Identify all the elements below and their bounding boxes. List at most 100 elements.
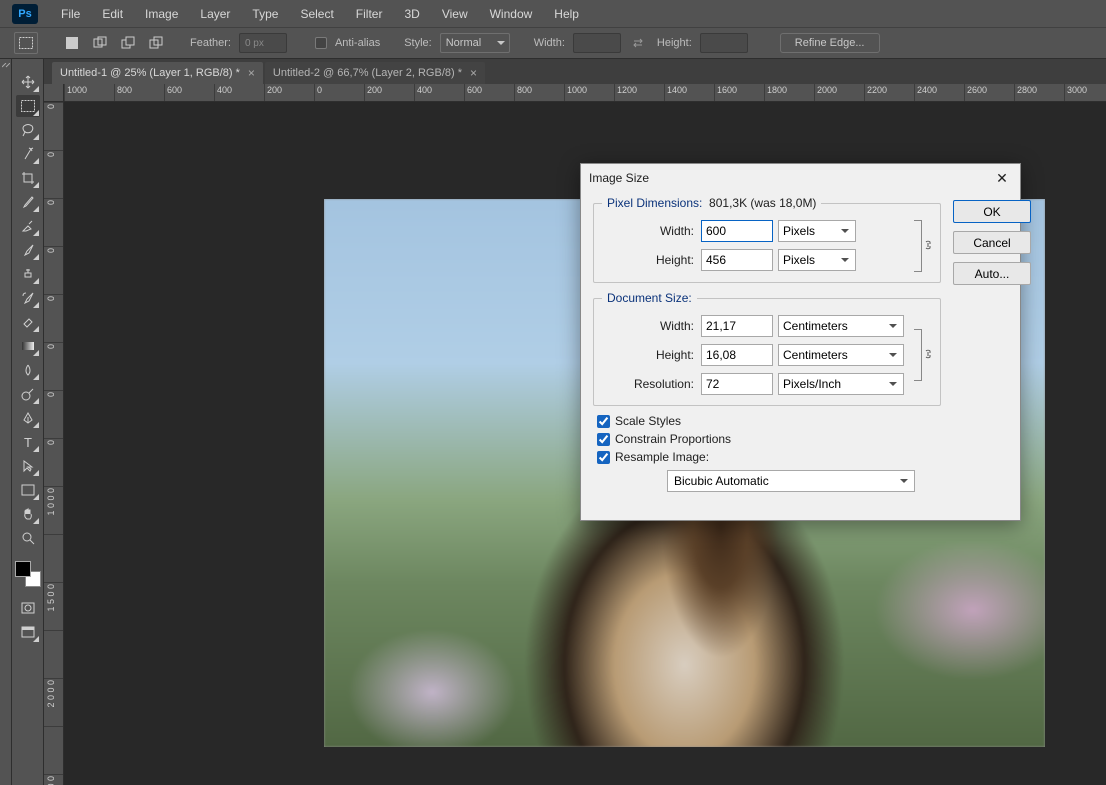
brush-tool-icon[interactable] [16,239,40,261]
doc-height-input[interactable] [701,344,773,366]
resample-method-dropdown[interactable]: Bicubic Automatic [667,470,915,492]
auto-button[interactable]: Auto... [953,262,1031,285]
resample-image-label: Resample Image: [615,450,709,464]
menu-edit[interactable]: Edit [91,1,134,27]
constrain-proportions-checkbox[interactable] [597,433,610,446]
width-input[interactable] [573,33,621,53]
menu-help[interactable]: Help [543,1,590,27]
style-dropdown[interactable]: Normal [440,33,510,53]
close-icon[interactable]: × [470,66,477,80]
magic-wand-tool-icon[interactable] [16,143,40,165]
height-input[interactable] [700,33,748,53]
marquee-tool-icon[interactable] [16,95,40,117]
doc-height-unit-dropdown[interactable]: Centimeters [778,344,904,366]
resolution-input[interactable] [701,373,773,395]
lasso-tool-icon[interactable] [16,119,40,141]
gradient-tool-icon[interactable] [16,335,40,357]
style-label: Style: [404,37,432,49]
path-selection-tool-icon[interactable] [16,455,40,477]
swap-dimensions-icon[interactable] [629,33,649,53]
horizontal-ruler: 1000800600400200020040060080010001200140… [64,84,1106,102]
doc-tab-1[interactable]: Untitled-1 @ 25% (Layer 1, RGB/8) * × [52,62,263,84]
pixel-dimensions-label: Pixel Dimensions: [607,196,702,210]
svg-text:T: T [24,435,32,449]
feather-label: Feather: [190,37,231,49]
menu-bar: Ps File Edit Image Layer Type Select Fil… [0,0,1106,27]
crop-tool-icon[interactable] [16,167,40,189]
menu-filter[interactable]: Filter [345,1,394,27]
resolution-unit-dropdown[interactable]: Pixels/Inch [778,373,904,395]
antialias-checkbox[interactable] [315,37,327,49]
menu-type[interactable]: Type [241,1,289,27]
scale-styles-checkbox[interactable] [597,415,610,428]
new-selection-icon[interactable] [62,33,82,53]
doc-tab-label: Untitled-1 @ 25% (Layer 1, RGB/8) * [60,67,240,79]
menu-view[interactable]: View [431,1,479,27]
healing-brush-tool-icon[interactable] [16,215,40,237]
dialog-title: Image Size [589,171,649,185]
refine-edge-button[interactable]: Refine Edge... [780,33,880,53]
px-width-unit-dropdown[interactable]: Pixels [778,220,856,242]
link-icon[interactable] [921,238,935,252]
constrain-proportions-label: Constrain Proportions [615,432,731,446]
quick-mask-icon[interactable] [16,597,40,619]
doc-width-input[interactable] [701,315,773,337]
px-height-unit-dropdown[interactable]: Pixels [778,249,856,271]
hand-tool-icon[interactable] [16,503,40,525]
cancel-button[interactable]: Cancel [953,231,1031,254]
document-size-label: Document Size: [602,291,697,305]
close-icon[interactable]: × [248,66,255,80]
px-width-input[interactable] [701,220,773,242]
history-brush-tool-icon[interactable] [16,287,40,309]
doc-width-label: Width: [602,319,694,333]
add-to-selection-icon[interactable] [90,33,110,53]
vertical-ruler: 000000001 0 0 01 5 0 02 0 0 02 5 0 0 [44,102,64,785]
close-icon[interactable]: ✕ [992,168,1012,188]
doc-tab-label: Untitled-2 @ 66,7% (Layer 2, RGB/8) * [273,67,462,79]
dodge-tool-icon[interactable] [16,383,40,405]
px-height-input[interactable] [701,249,773,271]
doc-tab-2[interactable]: Untitled-2 @ 66,7% (Layer 2, RGB/8) * × [265,62,485,84]
app-logo: Ps [12,4,38,24]
clone-stamp-tool-icon[interactable] [16,263,40,285]
color-swatches[interactable] [15,561,41,587]
eyedropper-tool-icon[interactable] [16,191,40,213]
move-tool-icon[interactable] [16,71,40,93]
resolution-label: Resolution: [602,377,694,391]
menu-layer[interactable]: Layer [189,1,241,27]
screen-mode-icon[interactable] [16,621,40,643]
doc-height-label: Height: [602,348,694,362]
intersect-selection-icon[interactable] [146,33,166,53]
type-tool-icon[interactable]: T [16,431,40,453]
eraser-tool-icon[interactable] [16,311,40,333]
rectangle-tool-icon[interactable] [16,479,40,501]
marquee-tool-icon[interactable] [14,32,38,54]
link-icon[interactable] [921,347,935,361]
zoom-tool-icon[interactable] [16,527,40,549]
document-tabs: Untitled-1 @ 25% (Layer 1, RGB/8) * × Unt… [44,59,1106,84]
pen-tool-icon[interactable] [16,407,40,429]
pixel-dimensions-info: 801,3K (was 18,0M) [709,196,816,210]
doc-width-unit-dropdown[interactable]: Centimeters [778,315,904,337]
antialias-label: Anti-alias [335,37,380,49]
feather-input[interactable]: 0 px [239,33,287,53]
ok-button[interactable]: OK [953,200,1031,223]
menu-window[interactable]: Window [479,1,544,27]
menu-image[interactable]: Image [134,1,189,27]
image-size-dialog: Image Size ✕ Pixel Dimensions: 801,3K (w… [580,163,1021,521]
menu-3d[interactable]: 3D [393,1,430,27]
px-width-label: Width: [602,224,694,238]
menu-select[interactable]: Select [289,1,344,27]
foreground-color-swatch[interactable] [15,561,31,577]
ruler-corner [44,84,64,102]
panel-collapse-icon[interactable] [0,59,12,785]
width-label: Width: [534,37,565,49]
scale-styles-label: Scale Styles [615,414,681,428]
options-bar: Feather: 0 px Anti-alias Style: Normal W… [0,27,1106,59]
menu-file[interactable]: File [50,1,91,27]
blur-tool-icon[interactable] [16,359,40,381]
resample-image-checkbox[interactable] [597,451,610,464]
tools-panel: T [12,59,44,785]
subtract-selection-icon[interactable] [118,33,138,53]
px-height-label: Height: [602,253,694,267]
